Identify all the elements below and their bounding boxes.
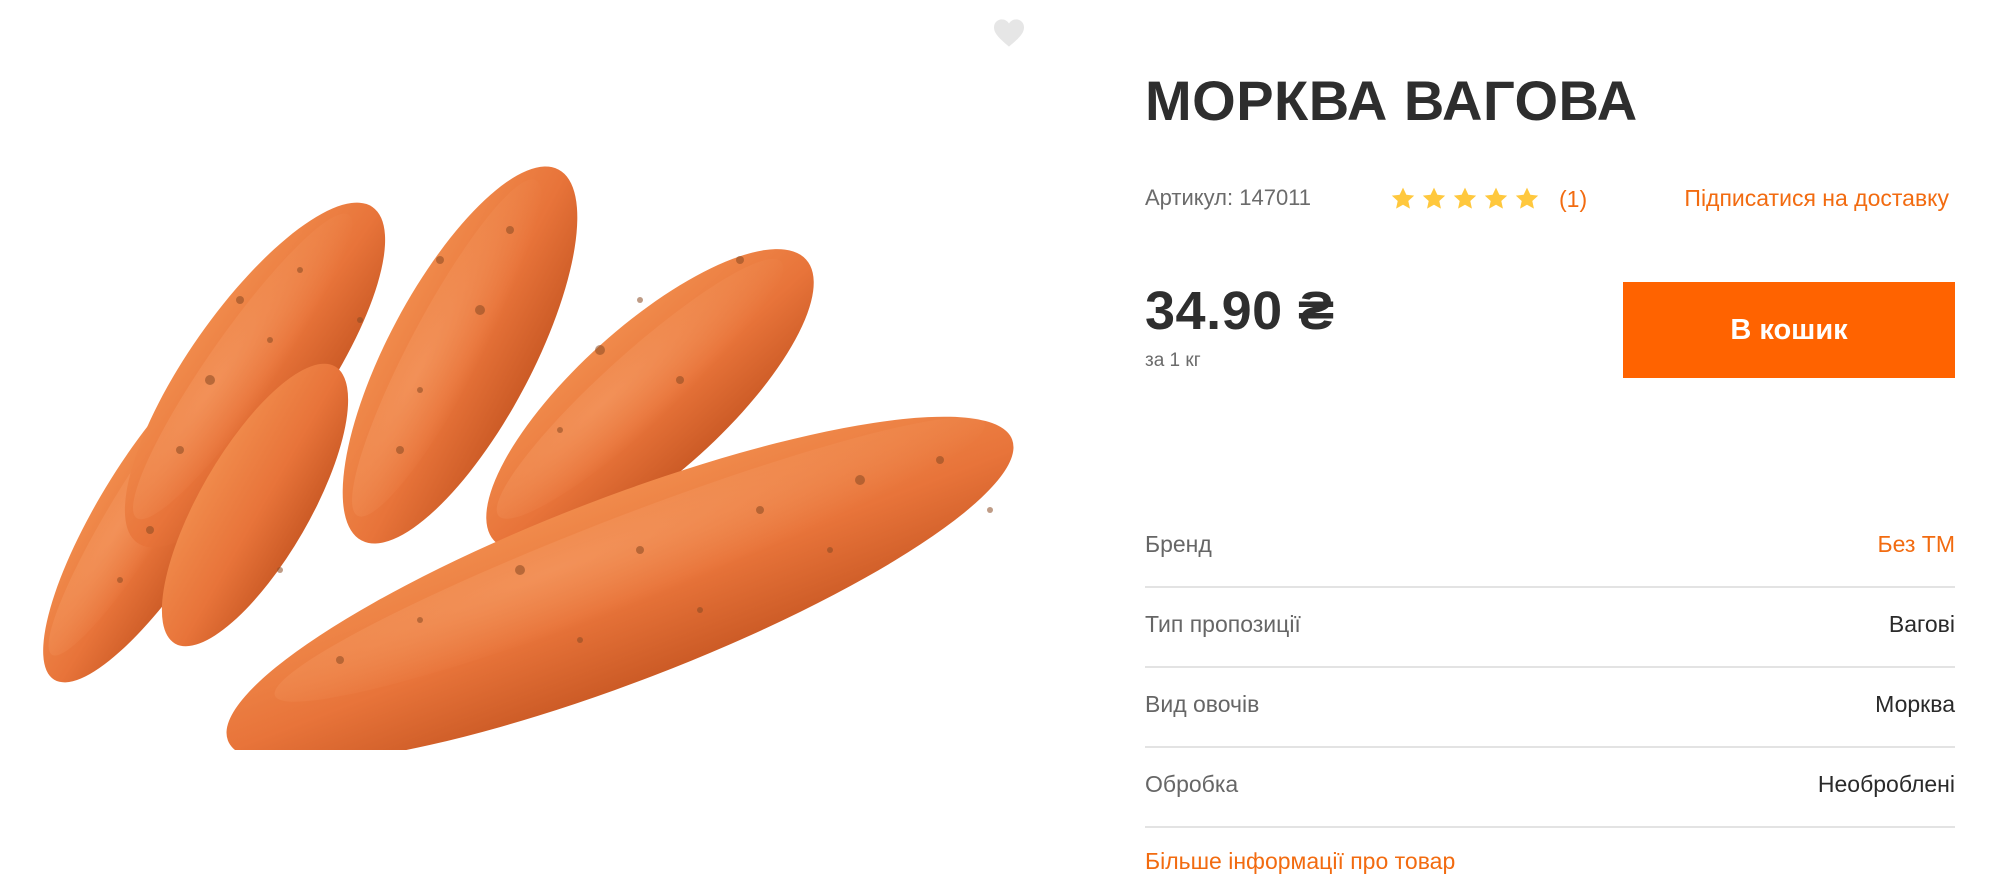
star-icon <box>1515 187 1539 209</box>
spec-row: Бренд Без ТМ <box>1145 508 1955 588</box>
heart-icon[interactable] <box>992 18 1026 48</box>
rating[interactable]: (1) <box>1390 183 1587 215</box>
star-icon <box>1422 187 1446 209</box>
product-title: МОРКВА ВАГОВА <box>1145 69 1638 132</box>
product-info: МОРКВА ВАГОВА Артикул: 147011 (1) Підпис… <box>1145 0 1955 877</box>
star-icon <box>1391 187 1415 209</box>
subscribe-delivery-link[interactable]: Підписатися на доставку <box>1684 185 1949 212</box>
spec-value: Вагові <box>1888 611 1955 637</box>
rating-count[interactable]: (1) <box>1559 186 1587 213</box>
sku-text: Артикул: 147011 <box>1145 185 1312 210</box>
add-to-cart-button[interactable]: В кошик <box>1623 282 1955 378</box>
spec-label: Бренд <box>1145 531 1212 557</box>
spec-value: Необроблені <box>1817 771 1955 797</box>
price-unit: за 1 кг <box>1145 350 1201 371</box>
spec-row: Тип пропозиції Вагові <box>1145 588 1955 668</box>
spec-row: Вид овочів Морква <box>1145 668 1955 748</box>
spec-row: Обробка Необроблені <box>1145 748 1955 828</box>
spec-label: Тип пропозиції <box>1145 611 1301 637</box>
spec-label: Вид овочів <box>1145 691 1260 717</box>
spec-value-brand-link[interactable]: Без ТМ <box>1877 531 1955 558</box>
more-info-link[interactable]: Більше інформації про товар <box>1145 848 1455 875</box>
spec-label: Обробка <box>1145 771 1239 797</box>
star-icon <box>1453 187 1477 209</box>
carrots-image <box>43 166 1014 750</box>
product-meta: Артикул: 147011 (1) Підписатися на доста… <box>1145 183 1955 215</box>
star-icon <box>1484 187 1508 209</box>
spec-value: Морква <box>1875 691 1955 717</box>
product-media <box>0 0 1050 877</box>
specs-table: Бренд Без ТМ Тип пропозиції Вагові Вид о… <box>1145 508 1955 828</box>
price: 34.90 ₴ <box>1145 281 1335 341</box>
